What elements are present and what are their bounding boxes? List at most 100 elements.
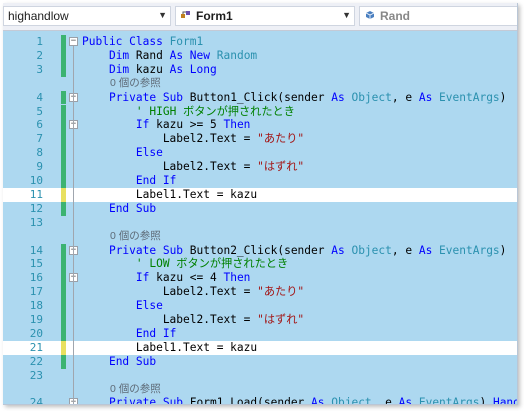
- code-text: Dim Rand As New Random: [82, 49, 257, 63]
- line-number: 24: [29, 396, 43, 405]
- code-line[interactable]: 13: [3, 216, 517, 230]
- code-line[interactable]: 6− If kazu >= 5 Then: [3, 118, 517, 133]
- code-line[interactable]: 20 End If: [3, 326, 517, 341]
- code-line[interactable]: 11 Label1.Text = kazu: [3, 187, 517, 202]
- code-text: Public Class Form1: [82, 35, 203, 49]
- code-line[interactable]: 15 ' LOW ボタンが押されたとき: [3, 257, 517, 272]
- line-number: 5: [36, 104, 43, 118]
- code-line[interactable]: 17 Label2.Text = "あたり": [3, 285, 517, 300]
- code-area[interactable]: 1 − Public Class Form1 2 Dim Rand As New Ra…: [3, 31, 517, 405]
- project-dropdown[interactable]: highandlow ▼: [3, 6, 171, 26]
- line-number: 10: [29, 174, 43, 187]
- code-token: EventArgs: [439, 243, 500, 257]
- code-text: End Sub: [82, 355, 156, 369]
- code-line[interactable]: 16− If kazu <= 4 Then: [3, 271, 517, 286]
- code-text: If kazu <= 4 Then: [82, 271, 251, 285]
- code-line[interactable]: 21 Label1.Text = kazu: [3, 340, 517, 355]
- code-line[interactable]: 7 Label2.Text = "あたり": [3, 132, 517, 147]
- code-token: Random: [216, 48, 258, 62]
- code-text: If kazu >= 5 Then: [82, 118, 251, 132]
- code-token: If: [135, 118, 157, 132]
- code-line[interactable]: 14− Private Sub Button2_Click(sender As …: [3, 243, 517, 258]
- code-token: End Sub: [108, 354, 157, 368]
- code-line[interactable]: 1 − Public Class Form1: [3, 35, 517, 49]
- code-token: Object: [331, 396, 372, 405]
- reference-count-codelens[interactable]: 0 個の参照: [110, 77, 161, 91]
- code-token: ' HIGH ボタンが押されたとき: [135, 104, 295, 118]
- code-token: Then: [223, 118, 251, 132]
- code-line[interactable]: 18 Else: [3, 299, 517, 313]
- reference-count-codelens[interactable]: 0 個の参照: [110, 230, 161, 244]
- line-number: 17: [29, 285, 43, 299]
- code-token: As: [331, 243, 352, 257]
- chevron-down-icon: ▼: [158, 10, 167, 20]
- code-token: Form1: [169, 35, 204, 48]
- code-text: Label2.Text = "はずれ": [82, 160, 304, 174]
- line-number: 14: [29, 243, 43, 257]
- code-token: kazu: [135, 62, 170, 76]
- codelens-row[interactable]: 0 個の参照: [3, 383, 517, 397]
- codelens-row[interactable]: 0 個の参照: [3, 77, 517, 91]
- code-token: ): [479, 396, 493, 405]
- code-token: Handles: [492, 396, 517, 405]
- member-dropdown[interactable]: Rand: [359, 6, 517, 26]
- code-text: Else: [82, 299, 163, 313]
- code-line[interactable]: 9 Label2.Text = "はずれ": [3, 160, 517, 174]
- code-token: kazu <= 4: [156, 271, 224, 285]
- code-token: , e: [391, 243, 419, 257]
- code-token: Else: [135, 299, 163, 313]
- code-token: Private Sub: [108, 90, 190, 104]
- change-tracking-mark: [61, 285, 66, 300]
- line-number: 21: [29, 340, 43, 354]
- code-token: Label1.Text = kazu: [82, 187, 258, 201]
- codelens-row[interactable]: 0 個の参照: [3, 230, 517, 244]
- code-line[interactable]: 24− Private Sub Form1_Load(sender As Obj…: [3, 396, 517, 405]
- change-tracking-mark: [61, 104, 66, 119]
- outline-guide: [73, 46, 74, 404]
- code-token: "はずれ": [257, 160, 305, 174]
- code-line[interactable]: 12 End Sub: [3, 201, 517, 216]
- code-token: Dim: [108, 48, 136, 62]
- code-token: "はずれ": [257, 313, 305, 326]
- collapse-icon[interactable]: −: [69, 37, 78, 46]
- code-line[interactable]: 4− Private Sub Button1_Click(sender As O…: [3, 90, 517, 105]
- code-token: , e: [391, 90, 419, 104]
- code-token: EventArgs: [418, 396, 480, 405]
- code-token: Then: [223, 271, 251, 285]
- class-dropdown[interactable]: Form1 ▼: [175, 6, 355, 26]
- line-number: 20: [29, 326, 43, 340]
- code-token: End Sub: [108, 201, 157, 215]
- code-text: Private Sub Button1_Click(sender As Obje…: [82, 91, 506, 105]
- code-token: Else: [135, 146, 163, 160]
- code-line[interactable]: 5 ' HIGH ボタンが押されたとき: [3, 104, 517, 119]
- code-line[interactable]: 8 Else: [3, 146, 517, 161]
- code-editor-window: highandlow ▼ Form1 ▼ Rand 1 − Public Class…: [3, 3, 518, 405]
- change-tracking-mark: [61, 48, 66, 63]
- code-line[interactable]: 22 End Sub: [3, 354, 517, 369]
- code-text: Private Sub Form1_Load(sender As Object,…: [82, 396, 517, 405]
- code-line[interactable]: 23: [3, 369, 517, 383]
- code-line[interactable]: 2 Dim Rand As New Random: [3, 48, 517, 63]
- code-line[interactable]: 19 Label2.Text = "はずれ": [3, 313, 517, 327]
- code-token: As New: [169, 48, 217, 62]
- line-number: 22: [29, 354, 43, 368]
- change-tracking-mark: [61, 187, 66, 202]
- change-tracking-mark: [61, 257, 66, 272]
- code-token: Label2.Text =: [82, 285, 258, 299]
- code-token: ' LOW ボタンが押されたとき: [135, 257, 289, 271]
- reference-count-codelens[interactable]: 0 個の参照: [110, 383, 161, 397]
- line-number: 1: [36, 35, 43, 48]
- code-line[interactable]: 3 Dim kazu As Long: [3, 62, 517, 77]
- change-tracking-mark: [61, 132, 66, 147]
- code-line[interactable]: 10 End If: [3, 174, 517, 188]
- code-text: Dim kazu As Long: [82, 63, 217, 77]
